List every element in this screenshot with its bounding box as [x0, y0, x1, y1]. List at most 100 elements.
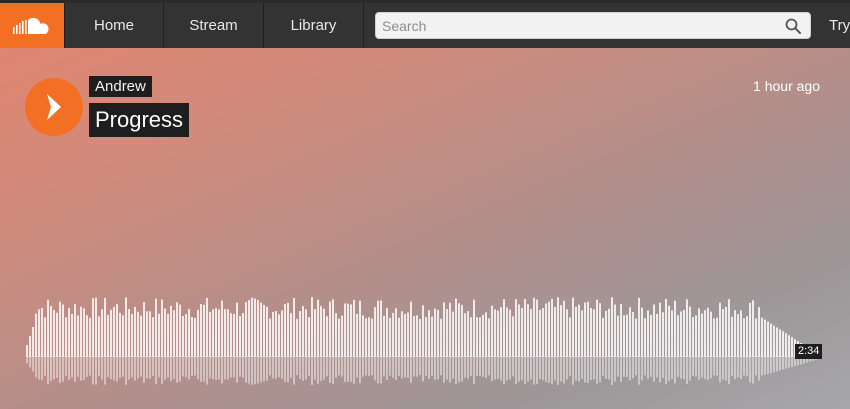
waveform-reflection-bar [704, 358, 706, 380]
waveform-bar [56, 312, 58, 357]
waveform-reflection-bar [401, 358, 403, 379]
waveform-bar [599, 303, 601, 357]
waveform-bar [461, 304, 463, 357]
waveform-reflection-bar [392, 358, 394, 378]
waveform-reflection-bar [89, 358, 91, 376]
waveform-reflection-bar [173, 358, 175, 380]
waveform-bar [272, 311, 274, 357]
nav-home[interactable]: Home [64, 3, 164, 48]
nav-library[interactable]: Library [264, 3, 364, 48]
waveform-bar [782, 331, 784, 357]
waveform-reflection-bar [797, 358, 799, 366]
try-link[interactable]: Try [829, 3, 850, 48]
waveform-reflection-bar [164, 358, 166, 380]
waveform-reflection-bar [32, 358, 34, 372]
waveform-reflection-bar [167, 358, 169, 378]
waveform-bar [143, 301, 145, 357]
waveform-bar [752, 300, 754, 357]
waveform-bar [455, 298, 457, 357]
waveform-bar [683, 309, 685, 357]
waveform-bar [38, 309, 40, 357]
waveform-bar [707, 307, 709, 357]
waveform-reflection-bar [677, 358, 679, 377]
nav-library-label: Library [290, 17, 337, 34]
waveform-bar [371, 318, 373, 357]
waveform-reflection-bar [536, 358, 538, 384]
search-icon[interactable] [785, 18, 801, 34]
waveform-reflection-bar [608, 358, 610, 380]
waveform-reflection-bar [659, 358, 661, 383]
waveform-bar [650, 314, 652, 357]
waveform-bar [368, 317, 370, 357]
waveform-reflection-bar [464, 358, 466, 378]
waveform-reflection-bar [50, 358, 52, 381]
waveform-bar [515, 299, 517, 357]
waveform-reflection-bar [545, 358, 547, 383]
waveform-bar [206, 297, 208, 357]
waveform-reflection-bar [764, 358, 766, 375]
waveform-bar [329, 301, 331, 357]
waveform-reflection-bar [383, 358, 385, 377]
waveform-bar [458, 303, 460, 357]
waveform-reflection-bar [755, 358, 757, 376]
waveform-bar [377, 300, 379, 357]
waveform-reflection-bar [92, 358, 94, 385]
waveform-reflection-bar [308, 358, 310, 376]
waveform-reflection-bar [662, 358, 664, 379]
waveform-bar [89, 317, 91, 357]
waveform-bar [512, 316, 514, 357]
waveform-reflection-bar [455, 358, 457, 385]
waveform-bar [479, 317, 481, 357]
search-box [375, 12, 811, 39]
waveform-reflection-bar [251, 358, 253, 385]
waveform-reflection-bar [761, 358, 763, 376]
soundcloud-logo[interactable] [0, 3, 64, 48]
waveform-bar [695, 315, 697, 357]
nav-stream[interactable]: Stream [164, 3, 264, 48]
waveform-bar [728, 299, 730, 357]
waveform-bar [242, 313, 244, 357]
waveform-bar [83, 308, 85, 357]
waveform-reflection-bar [632, 358, 634, 379]
waveform-bar [653, 304, 655, 357]
waveform-bar [596, 299, 598, 357]
waveform-reflection-bar [440, 358, 442, 376]
waveform-bar [344, 303, 346, 357]
waveform-reflection-bar [524, 358, 526, 385]
waveform-bar [770, 323, 772, 357]
waveform-reflection-bar [104, 358, 106, 385]
waveform-reflection-bar [479, 358, 481, 376]
waveform-bar [473, 299, 475, 357]
waveform-bar [380, 300, 382, 357]
waveform-reflection-bar [521, 358, 523, 381]
waveform-reflection-bar [719, 358, 721, 383]
waveform-bar [353, 299, 355, 357]
waveform-bar [74, 304, 76, 357]
waveform-reflection-bar [284, 358, 286, 382]
waveform-reflection-bar [86, 358, 88, 377]
waveform-bar [530, 308, 532, 357]
waveform-bar [566, 309, 568, 357]
waveform-bar [500, 307, 502, 357]
waveform-reflection-bar [350, 358, 352, 382]
waveform-reflection-bar [626, 358, 628, 378]
waveform-reflection-bar [407, 358, 409, 379]
waveform-bar [53, 309, 55, 357]
waveform-reflection-bar [497, 358, 499, 379]
waveform-bar [209, 311, 211, 357]
waveform-reflection-bar [353, 358, 355, 384]
waveform-reflection-bar [419, 358, 421, 376]
waveform-reflection-bar [731, 358, 733, 377]
waveform-bar [446, 309, 448, 357]
waveform-bar [767, 321, 769, 357]
waveform-bar [383, 315, 385, 357]
search-input[interactable] [376, 13, 776, 38]
waveform-reflection-bar [725, 358, 727, 381]
waveform-bar [215, 308, 217, 357]
waveform-bar [275, 311, 277, 357]
waveform[interactable] [0, 48, 850, 409]
waveform-bar [113, 306, 115, 357]
waveform-bar [746, 316, 748, 357]
waveform-bar [569, 317, 571, 357]
waveform-reflection-bar [41, 358, 43, 381]
